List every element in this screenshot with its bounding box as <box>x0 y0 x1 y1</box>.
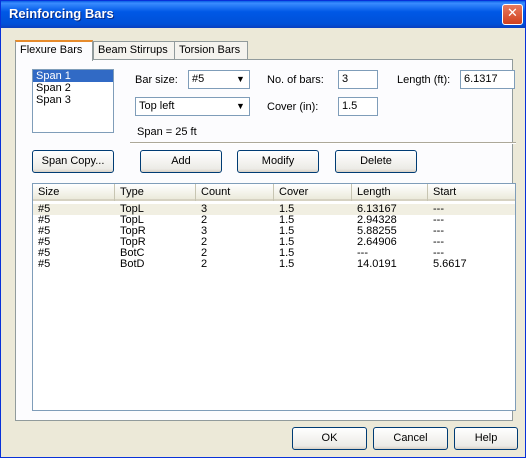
bar-position-value: Top left <box>139 100 175 112</box>
modify-button[interactable]: Modify <box>237 150 319 173</box>
column-header-start[interactable]: Start <box>428 184 515 201</box>
close-icon: ✕ <box>507 6 518 21</box>
span-list-item[interactable]: Span 3 <box>33 94 113 106</box>
chevron-down-icon[interactable]: ▼ <box>233 72 248 87</box>
span-length-info: Span = 25 ft <box>137 126 197 138</box>
tab-beam-stirrups[interactable]: Beam Stirrups <box>93 41 175 59</box>
cell-size: #5 <box>38 258 51 270</box>
chevron-down-icon[interactable]: ▼ <box>233 99 248 114</box>
column-header-count[interactable]: Count <box>196 184 274 201</box>
close-button[interactable]: ✕ <box>502 4 523 25</box>
table-header: Size Type Count Cover Length Start <box>33 184 515 201</box>
bar-size-label: Bar size: <box>135 74 178 86</box>
span-list-item[interactable]: Span 1 <box>33 70 113 82</box>
no-of-bars-label: No. of bars: <box>267 74 324 86</box>
column-header-size[interactable]: Size <box>33 184 115 201</box>
delete-button[interactable]: Delete <box>335 150 417 173</box>
cell-length: 14.0191 <box>357 258 397 270</box>
length-label: Length (ft): <box>397 74 451 86</box>
span-list-item[interactable]: Span 2 <box>33 82 113 94</box>
length-input[interactable]: 6.1317 <box>460 70 515 89</box>
cell-type: BotD <box>120 258 145 270</box>
span-copy-button[interactable]: Span Copy... <box>32 150 114 173</box>
bar-size-value: #5 <box>192 73 205 85</box>
add-button[interactable]: Add <box>140 150 222 173</box>
reinforcing-bars-dialog: Reinforcing Bars ✕ Flexure Bars Beam Sti… <box>0 0 526 458</box>
cover-input[interactable]: 1.5 <box>338 97 378 116</box>
column-header-cover[interactable]: Cover <box>274 184 352 201</box>
table-row[interactable]: #5 BotD 2 1.5 14.0191 5.6617 <box>33 259 515 270</box>
cell-cover: 1.5 <box>279 258 295 270</box>
span-list[interactable]: Span 1 Span 2 Span 3 <box>32 69 114 133</box>
cell-start: 5.6617 <box>433 258 467 270</box>
bar-size-select[interactable]: #5 ▼ <box>188 70 250 89</box>
bars-table[interactable]: Size Type Count Cover Length Start #5 To… <box>32 183 516 411</box>
help-button[interactable]: Help <box>454 427 518 450</box>
cancel-button[interactable]: Cancel <box>373 427 448 450</box>
tab-flexure-bars[interactable]: Flexure Bars <box>15 40 93 61</box>
window-title: Reinforcing Bars <box>9 6 114 21</box>
bar-position-select[interactable]: Top left ▼ <box>135 97 250 116</box>
title-bar[interactable]: Reinforcing Bars ✕ <box>1 1 525 28</box>
form-divider <box>130 142 516 144</box>
column-header-type[interactable]: Type <box>115 184 196 201</box>
ok-button[interactable]: OK <box>292 427 367 450</box>
cell-count: 2 <box>201 258 208 270</box>
cover-label: Cover (in): <box>267 101 319 113</box>
tab-torsion-bars[interactable]: Torsion Bars <box>174 41 248 59</box>
no-of-bars-input[interactable]: 3 <box>338 70 378 89</box>
column-header-length[interactable]: Length <box>352 184 428 201</box>
